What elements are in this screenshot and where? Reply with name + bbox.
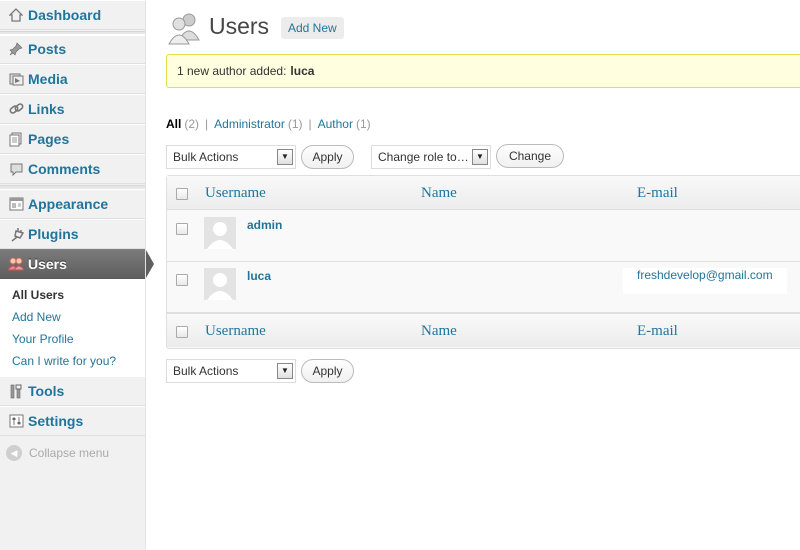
user-role-filters: All (2) | Administrator (1) | Author (1): [166, 117, 371, 131]
pages-icon: [5, 128, 27, 150]
column-username[interactable]: Username: [205, 185, 266, 202]
menu-item-settings[interactable]: Settings: [0, 406, 146, 436]
row-checkbox[interactable]: [176, 274, 188, 286]
users-icon: [5, 253, 27, 275]
change-role-button[interactable]: Change: [496, 144, 564, 168]
menu-item-media[interactable]: Media: [0, 64, 146, 94]
users-table: Username Name E-mail admin luca freshdev…: [166, 175, 800, 349]
users-page-icon: [166, 10, 202, 46]
column-email[interactable]: E-mail: [637, 185, 678, 202]
users-submenu: All Users Add New Your Profile Can I wri…: [0, 279, 146, 377]
filter-all-count: (2): [184, 117, 200, 131]
menu-item-tools[interactable]: Tools: [0, 376, 146, 406]
filter-author[interactable]: Author: [318, 117, 353, 131]
table-header: Username Name E-mail: [167, 176, 800, 210]
menu-item-label: Settings: [28, 413, 84, 429]
bulk-actions-select-top[interactable]: Bulk Actions ▼: [166, 145, 296, 169]
media-icon: [5, 68, 27, 90]
avatar: [204, 268, 236, 300]
menu-item-links[interactable]: Links: [0, 94, 146, 124]
bulk-actions-value: Bulk Actions: [173, 364, 239, 378]
table-row: luca freshdevelop@gmail.com: [167, 262, 800, 313]
username-link[interactable]: luca: [247, 269, 271, 283]
menu-item-users[interactable]: Users: [0, 249, 154, 279]
filter-all[interactable]: All: [166, 117, 181, 131]
select-all-checkbox-footer[interactable]: [176, 326, 188, 338]
collapse-menu-label: Collapse menu: [29, 446, 110, 460]
notice-text: 1 new author added:: [177, 64, 287, 78]
username-link[interactable]: admin: [247, 218, 282, 232]
main-content: Users Add New 1 new author added: luca A…: [166, 0, 800, 550]
apply-button-bottom[interactable]: Apply: [301, 359, 354, 383]
menu-item-label: Posts: [28, 41, 67, 57]
tools-icon: [5, 380, 27, 402]
appearance-icon: [5, 193, 27, 215]
column-name-footer[interactable]: Name: [421, 323, 457, 340]
chevron-down-icon: ▼: [472, 149, 488, 165]
menu-item-posts[interactable]: Posts: [0, 34, 146, 64]
menu-item-appearance[interactable]: Appearance: [0, 189, 146, 219]
update-notice: 1 new author added: luca: [166, 54, 800, 88]
menu-item-pages[interactable]: Pages: [0, 124, 146, 154]
filter-separator: |: [308, 117, 312, 131]
menu-item-label: Dashboard: [28, 7, 102, 23]
page-title: Users: [209, 13, 270, 39]
filter-separator: |: [205, 117, 209, 131]
current-menu-arrow: [146, 250, 154, 278]
menu-item-label: Users: [28, 256, 67, 272]
menu-item-label: Comments: [28, 161, 101, 177]
pushpin-icon: [5, 38, 27, 60]
column-username-footer[interactable]: Username: [205, 323, 266, 340]
bulk-actions-select-bottom[interactable]: Bulk Actions ▼: [166, 359, 296, 383]
submenu-all-users[interactable]: All Users: [12, 288, 64, 302]
submenu-your-profile[interactable]: Your Profile: [12, 332, 74, 346]
plugin-icon: [5, 223, 27, 245]
email-link[interactable]: freshdevelop@gmail.com: [623, 268, 787, 294]
filter-author-count: (1): [355, 117, 371, 131]
filter-administrator[interactable]: Administrator: [214, 117, 285, 131]
column-name[interactable]: Name: [421, 185, 457, 202]
collapse-menu[interactable]: ◀ Collapse menu: [6, 445, 109, 461]
link-icon: [5, 98, 27, 120]
collapse-arrow-icon: ◀: [6, 445, 22, 461]
menu-item-label: Links: [28, 101, 65, 117]
select-all-checkbox[interactable]: [176, 188, 188, 200]
change-role-select[interactable]: Change role to… ▼: [371, 145, 491, 169]
menu-item-label: Media: [28, 71, 68, 87]
avatar: [204, 217, 236, 249]
menu-item-dashboard[interactable]: Dashboard: [0, 0, 146, 30]
menu-item-label: Pages: [28, 131, 70, 147]
bulk-actions-value: Bulk Actions: [173, 150, 239, 164]
menu-item-label: Tools: [28, 383, 65, 399]
menu-item-plugins[interactable]: Plugins: [0, 219, 146, 249]
submenu-can-i-write[interactable]: Can I write for you?: [12, 354, 116, 368]
comment-icon: [5, 158, 27, 180]
chevron-down-icon: ▼: [277, 149, 293, 165]
settings-icon: [5, 410, 27, 432]
filter-administrator-count: (1): [287, 117, 303, 131]
menu-item-label: Plugins: [28, 226, 79, 242]
dashboard-icon: [5, 4, 27, 26]
menu-item-label: Appearance: [28, 196, 109, 212]
apply-button-top[interactable]: Apply: [301, 145, 354, 169]
table-row: admin: [167, 211, 800, 262]
row-checkbox[interactable]: [176, 223, 188, 235]
submenu-add-new[interactable]: Add New: [12, 310, 61, 324]
admin-sidebar: Dashboard Posts Media Links Pages Commen…: [0, 0, 154, 550]
add-new-user-button[interactable]: Add New: [281, 17, 344, 39]
column-email-footer[interactable]: E-mail: [637, 323, 678, 340]
table-footer: Username Name E-mail: [167, 313, 800, 347]
chevron-down-icon: ▼: [277, 363, 293, 379]
change-role-value: Change role to…: [378, 150, 469, 164]
notice-user-name: luca: [290, 64, 315, 78]
menu-item-comments[interactable]: Comments: [0, 154, 146, 184]
